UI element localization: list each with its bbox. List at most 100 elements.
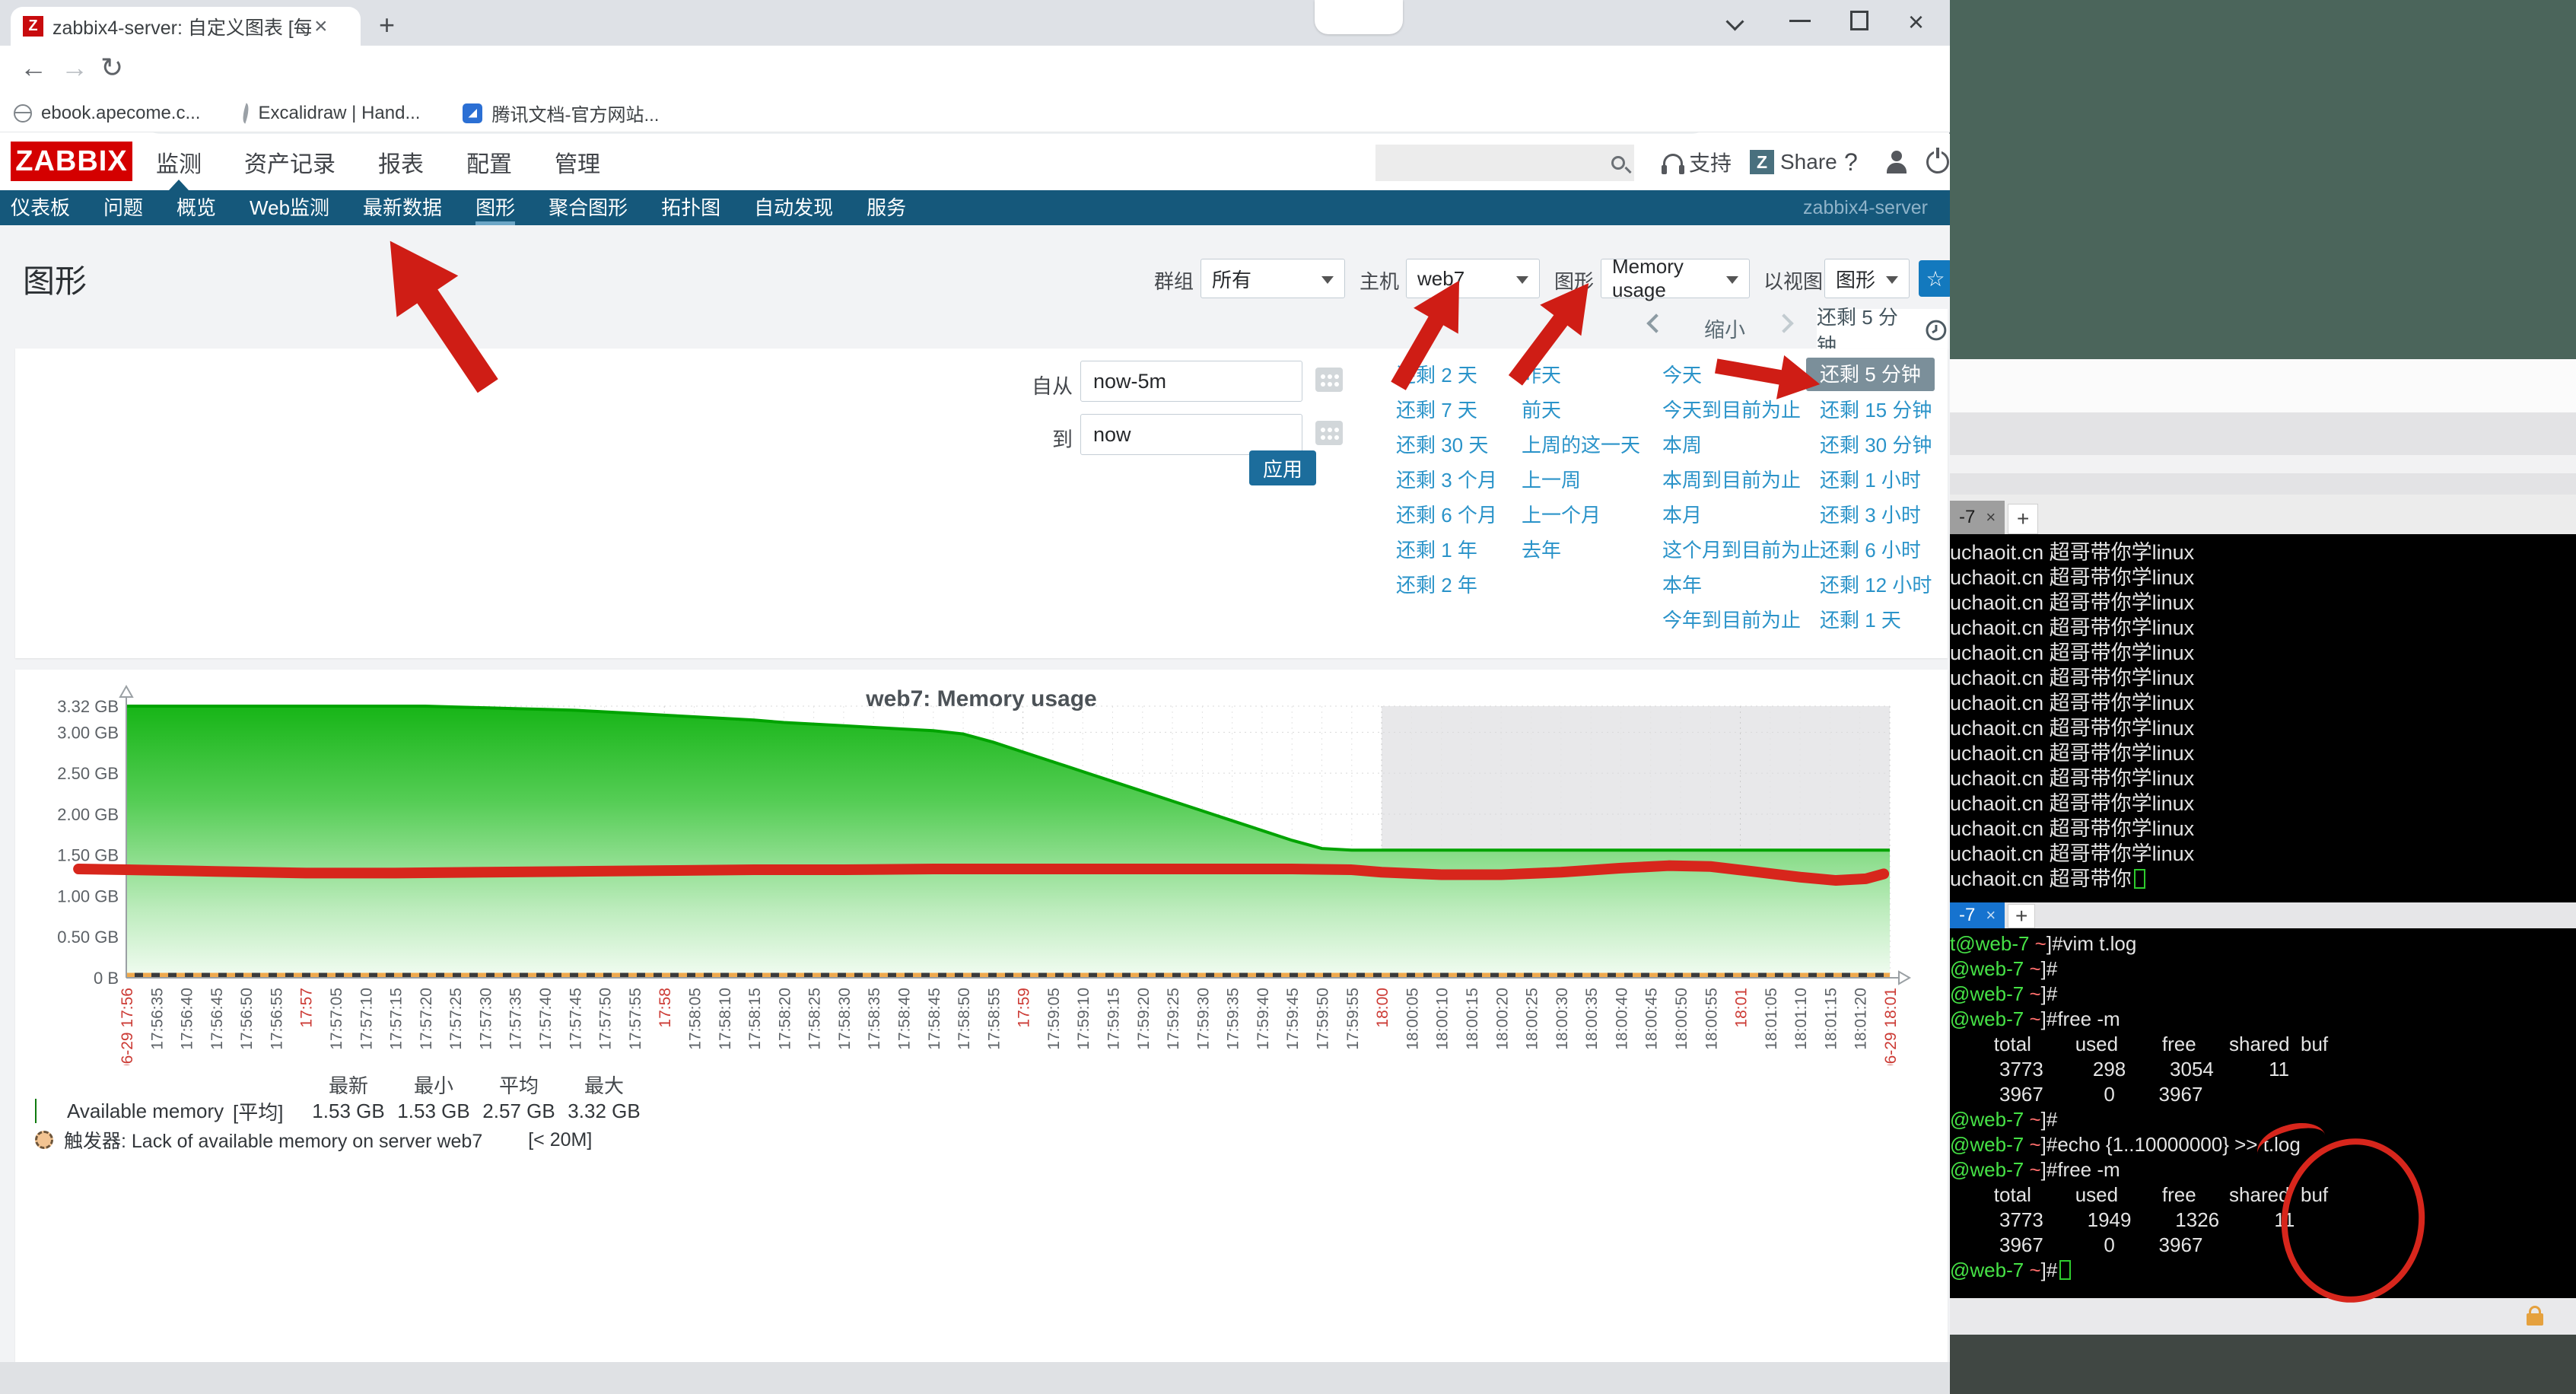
quick-range-link[interactable]: 还剩 12 小时 [1820, 568, 1935, 603]
help-link[interactable]: ? [1844, 134, 1858, 190]
quick-range-link[interactable]: 今年到目前为止 [1662, 603, 1821, 638]
browser-toolbar: ← → ↻ ⚠ 不安全 10.0.0.61/zabbix/charts.php?… [0, 46, 1950, 94]
from-calendar-icon[interactable] [1312, 362, 1347, 397]
nav-item-资产记录[interactable]: 资产记录 [244, 145, 336, 179]
quick-range-link[interactable]: 还剩 1 小时 [1820, 463, 1935, 498]
zabbix-favicon: Z [23, 16, 43, 37]
share-link[interactable]: Z Share [1750, 134, 1837, 190]
quick-range-link[interactable]: 还剩 3 小时 [1820, 498, 1935, 533]
tab-search-icon[interactable] [1724, 9, 1747, 32]
new-tab-button[interactable]: + [379, 9, 395, 41]
quick-range-link[interactable]: 还剩 30 分钟 [1820, 428, 1935, 463]
terminal-output-2[interactable]: t@web-7 ~]#vim t.log@web-7 ~]#@web-7 ~]#… [1950, 928, 2576, 1298]
terminal-new-tab-button-1[interactable]: + [2008, 504, 2038, 534]
quick-range-link[interactable]: 还剩 6 小时 [1820, 533, 1935, 568]
subnav-item-图形[interactable]: 图形 [475, 190, 515, 225]
terminal-tab-1-close-icon[interactable]: × [1986, 508, 1996, 527]
quick-range-link[interactable]: 还剩 30 天 [1396, 428, 1497, 463]
from-input[interactable]: now-5m [1080, 361, 1302, 402]
tab-close-icon[interactable]: × [314, 14, 328, 40]
x-tick-label: 17:59:20 [1135, 988, 1153, 1050]
search-input[interactable] [1375, 145, 1634, 181]
x-tick-label: 18:00:35 [1583, 988, 1601, 1050]
quick-range-link[interactable]: 还剩 1 天 [1820, 603, 1935, 638]
terminal-tab-2-close-icon[interactable]: × [1986, 905, 1996, 925]
series-swatch-icon [35, 1099, 37, 1123]
nav-item-监测[interactable]: 监测 [156, 145, 202, 179]
x-tick-label: 17:58:50 [956, 988, 973, 1050]
favourite-button[interactable]: ☆ [1919, 260, 1952, 297]
time-back-icon[interactable] [1649, 317, 1665, 332]
x-tick-label: 17:57:50 [597, 988, 615, 1050]
quick-range-link[interactable]: 还剩 1 年 [1396, 533, 1497, 568]
quick-range-link[interactable]: 还剩 3 个月 [1396, 463, 1497, 498]
terminal-line: total used free shared buf [1950, 1032, 2576, 1057]
browser-tab[interactable]: Z zabbix4-server: 自定义图表 [每 × [11, 7, 361, 46]
maximize-icon[interactable] [1850, 11, 1868, 30]
quick-range-link[interactable]: 还剩 15 分钟 [1820, 393, 1935, 428]
legend-function: [平均] [233, 1097, 306, 1125]
terminal-toolbar [1950, 473, 2576, 495]
quick-range-link[interactable]: 本月 [1662, 498, 1821, 533]
back-icon[interactable]: ← [20, 52, 47, 84]
terminal-tab-2[interactable]: -7 × [1950, 902, 2005, 928]
subnav-item-自动发现[interactable]: 自动发现 [754, 190, 833, 225]
subnav-item-仪表板[interactable]: 仪表板 [11, 190, 70, 225]
view-as-select[interactable]: 图形 [1824, 259, 1910, 298]
y-tick-label: 2.50 GB [57, 764, 119, 783]
quick-range-link[interactable]: 本年 [1662, 568, 1821, 603]
quick-range-link[interactable]: 上周的这一天 [1522, 428, 1640, 463]
apply-button[interactable]: 应用 [1249, 450, 1316, 485]
quick-range-link[interactable]: 还剩 5 分钟 [1806, 358, 1935, 391]
x-tick-label: 18:00:50 [1673, 988, 1690, 1050]
terminal-line: uchaoit.cn 超哥带你学linux [1950, 540, 2576, 565]
prompt-command: ]#free -m [2041, 1158, 2120, 1181]
terminal-output-1[interactable]: uchaoit.cn 超哥带你学linuxuchaoit.cn 超哥带你学lin… [1950, 534, 2576, 902]
bookmark-item[interactable]: 腾讯文档-官方网站... [463, 100, 659, 126]
reload-icon[interactable]: ↻ [100, 52, 123, 84]
quick-range-link[interactable]: 上一个月 [1522, 498, 1640, 533]
close-window-icon[interactable]: × [1908, 6, 1924, 38]
zabbix-logo[interactable]: ZABBIX [11, 142, 132, 181]
subnav-item-概览[interactable]: 概览 [177, 190, 216, 225]
bookmark-item[interactable]: Excalidraw | Hand... [243, 103, 420, 124]
minimize-icon[interactable] [1789, 20, 1811, 22]
time-filter-panel: 自从 now-5m 到 now 应用 还剩 2 天还剩 7 天还剩 30 天还剩… [15, 348, 1948, 658]
quick-range-link[interactable]: 本周 [1662, 428, 1821, 463]
x-tick-label: 17:59 [1016, 988, 1033, 1028]
bookmark-item[interactable]: ebook.apecome.c... [14, 103, 200, 124]
group-select[interactable]: 所有 [1201, 259, 1345, 298]
terminal-tab-1[interactable]: -7 × [1950, 501, 2005, 534]
quick-range-link[interactable]: 还剩 7 天 [1396, 393, 1497, 428]
legend-header: 平均 [476, 1071, 561, 1099]
to-input[interactable]: now [1080, 414, 1302, 455]
quick-range-link[interactable]: 前天 [1522, 393, 1640, 428]
time-range-tab[interactable]: 还剩 5 分钟 [1817, 309, 1948, 352]
forward-icon[interactable]: → [61, 52, 88, 84]
quick-range-link[interactable]: 这个月到目前为止 [1662, 533, 1821, 568]
quick-range-link[interactable]: 还剩 2 年 [1396, 568, 1497, 603]
quick-range-link[interactable]: 还剩 6 个月 [1396, 498, 1497, 533]
logout-link[interactable] [1926, 134, 1949, 190]
graph-select[interactable]: Memory usage [1601, 259, 1750, 298]
subnav-item-最新数据[interactable]: 最新数据 [363, 190, 442, 225]
quick-range-link[interactable]: 上一周 [1522, 463, 1640, 498]
profile-link[interactable] [1885, 134, 1908, 190]
time-forward-icon[interactable] [1777, 317, 1792, 332]
subnav-item-聚合图形[interactable]: 聚合图形 [549, 190, 628, 225]
y-tick-label: 0.50 GB [57, 928, 119, 947]
subnav-item-问题[interactable]: 问题 [103, 190, 143, 225]
nav-item-管理[interactable]: 管理 [555, 145, 600, 179]
terminal-new-tab-button-2[interactable]: + [2008, 904, 2035, 928]
support-link[interactable]: 支持 [1663, 134, 1732, 190]
terminal-line: 3967 0 3967 [1950, 1233, 2576, 1258]
to-calendar-icon[interactable] [1312, 415, 1347, 450]
subnav-item-拓扑图[interactable]: 拓扑图 [661, 190, 720, 225]
quick-range-link[interactable]: 本周到目前为止 [1662, 463, 1821, 498]
nav-item-配置[interactable]: 配置 [466, 145, 512, 179]
quick-range-link[interactable]: 去年 [1522, 533, 1640, 568]
subnav-item-服务[interactable]: 服务 [867, 190, 906, 225]
subnav-item-Web监测[interactable]: Web监测 [250, 190, 329, 225]
nav-item-报表[interactable]: 报表 [378, 145, 424, 179]
zoom-out-button[interactable]: 缩小 [1704, 313, 1745, 343]
